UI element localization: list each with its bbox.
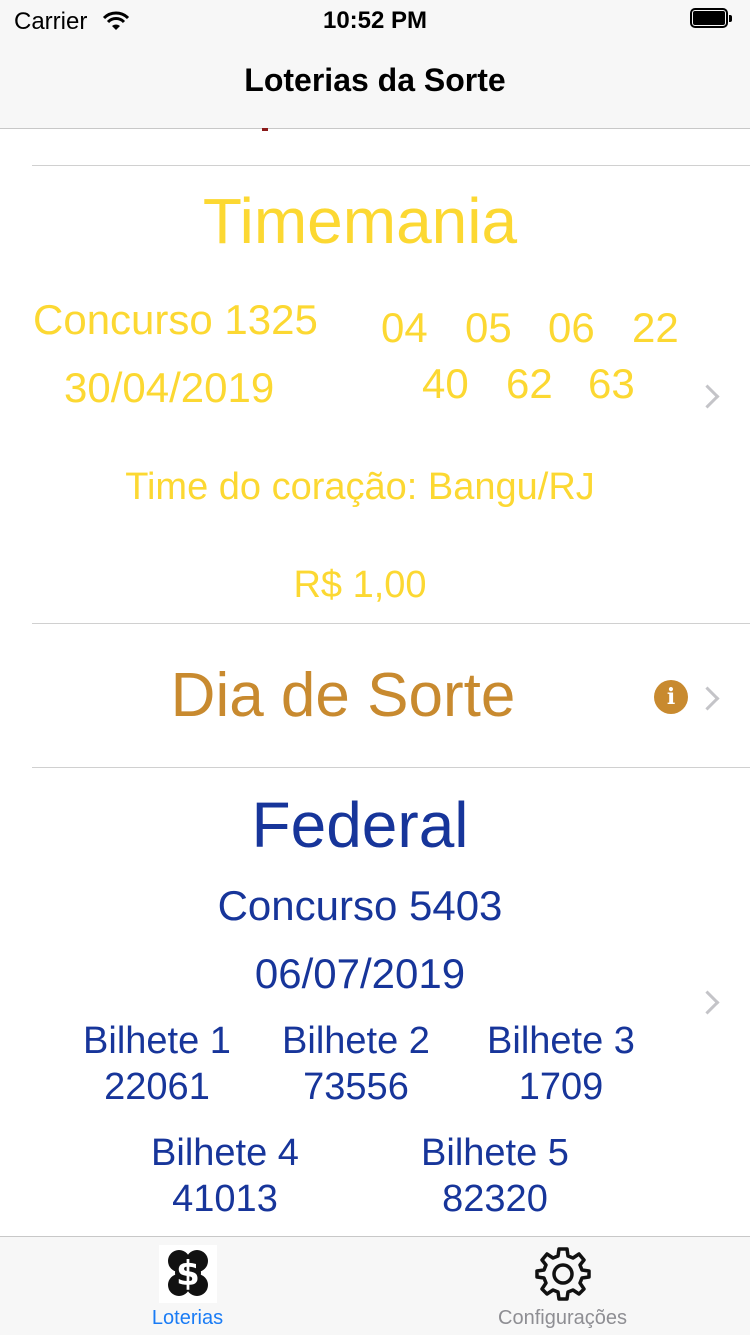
- page-title: Loterias da Sorte: [244, 62, 506, 98]
- ticket: Bilhete 5 82320: [408, 1130, 582, 1222]
- drawn-number: 06: [548, 304, 595, 351]
- svg-text:$: $: [176, 1254, 200, 1294]
- drawn-number: 63: [588, 360, 635, 407]
- federal-cell[interactable]: Federal Concurso 5403 06/07/2019 Bilhete…: [0, 768, 750, 1235]
- ticket-number: 82320: [442, 1178, 548, 1220]
- drawn-number: 62: [506, 360, 553, 407]
- drawn-number: 40: [422, 360, 469, 407]
- draw-date: 06/07/2019: [254, 950, 466, 997]
- tab-label: Configurações: [498, 1307, 627, 1329]
- ticket: Bilhete 1 22061: [72, 1018, 242, 1110]
- ticket-number: 41013: [172, 1178, 278, 1220]
- battery-icon: [690, 8, 734, 30]
- concurso-label: Concurso 5403: [217, 882, 503, 929]
- prize-value: R$ 1,00: [293, 564, 427, 606]
- ticket-number: 22061: [104, 1066, 210, 1108]
- drawn-number: 05: [465, 304, 512, 351]
- chevron-right-icon: [695, 686, 720, 711]
- drawn-number: 04: [381, 304, 428, 351]
- chevron-right-icon: [695, 384, 720, 409]
- ticket: Bilhete 2 73556: [270, 1018, 442, 1110]
- draw-date: 30/04/2019: [64, 364, 275, 411]
- ticket-number: 73556: [303, 1066, 409, 1108]
- timemania-cell[interactable]: Timemania Concurso 1325 30/04/2019 04 05…: [0, 166, 750, 623]
- clover-dollar-icon: $: [159, 1245, 217, 1303]
- ticket-number: 1709: [518, 1066, 604, 1108]
- info-icon[interactable]: i: [654, 680, 688, 714]
- ticket-label: Bilhete 4: [151, 1132, 299, 1174]
- drawn-number: 22: [632, 304, 679, 351]
- concurso-label: Concurso 1325: [33, 296, 318, 343]
- ticket-label: Bilhete 1: [83, 1020, 231, 1062]
- lottery-title: Dia de Sorte: [170, 661, 516, 730]
- previous-cell-remnant: [262, 128, 268, 131]
- lottery-title: Timemania: [202, 185, 518, 257]
- tab-configuracoes[interactable]: Configurações: [375, 1237, 750, 1334]
- tab-loterias[interactable]: $ Loterias: [0, 1237, 375, 1334]
- ticket-label: Bilhete 3: [487, 1020, 635, 1062]
- lottery-title: Federal: [251, 789, 469, 861]
- gear-icon: [535, 1247, 591, 1301]
- ticket: Bilhete 4 41013: [138, 1130, 312, 1222]
- tab-label: Loterias: [151, 1307, 224, 1329]
- ticket-label: Bilhete 2: [282, 1020, 430, 1062]
- ticket-label: Bilhete 5: [421, 1132, 569, 1174]
- clock: 10:52 PM: [322, 7, 428, 34]
- ticket: Bilhete 3 1709: [474, 1018, 648, 1110]
- team-label: Time do coração: Bangu/RJ: [125, 466, 595, 508]
- dia-de-sorte-cell[interactable]: Dia de Sorte i: [0, 624, 750, 767]
